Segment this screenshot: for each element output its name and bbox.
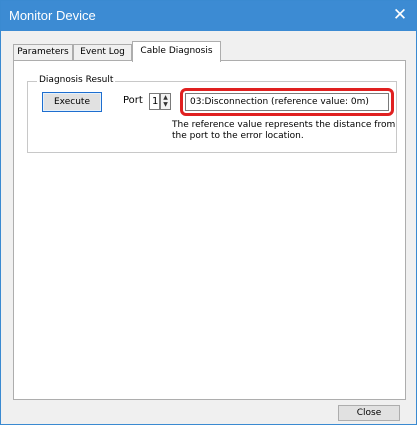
port-stepper: ▲ ▼ (160, 93, 171, 110)
cable-diagnosis-panel: Diagnosis Result Execute Port 1 ▲ ▼ 03:D… (13, 60, 406, 400)
spin-down-icon[interactable]: ▼ (161, 101, 170, 108)
port-input[interactable]: 1 (149, 93, 160, 110)
execute-button[interactable]: Execute (42, 92, 102, 112)
tab-cable-diagnosis[interactable]: Cable Diagnosis (132, 41, 221, 62)
title-bar[interactable]: Monitor Device ✕ (1, 1, 416, 31)
group-label: Diagnosis Result (37, 75, 116, 85)
close-icon[interactable]: ✕ (390, 4, 410, 26)
close-button[interactable]: Close (338, 405, 400, 421)
tab-event-log[interactable]: Event Log (73, 44, 132, 60)
diagnosis-result-group: Diagnosis Result Execute Port 1 ▲ ▼ 03:D… (27, 75, 397, 153)
reference-note: The reference value represents the dista… (172, 120, 402, 142)
monitor-device-window: Monitor Device ✕ Parameters Event Log Ca… (0, 0, 417, 425)
spin-up-icon[interactable]: ▲ (161, 94, 170, 101)
window-title: Monitor Device (9, 8, 96, 23)
note-line-1: The reference value represents the dista… (172, 120, 396, 130)
highlight-outline (180, 88, 394, 116)
port-label: Port (123, 95, 143, 106)
note-line-2: the port to the error location. (172, 131, 304, 141)
tab-parameters[interactable]: Parameters (13, 44, 73, 60)
